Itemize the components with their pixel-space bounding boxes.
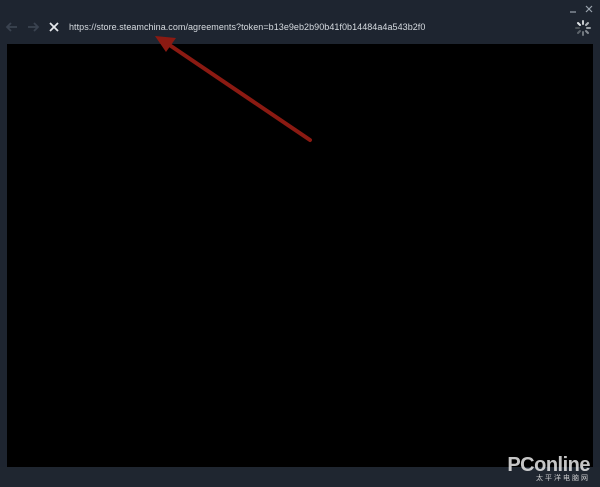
close-icon [49,22,59,32]
back-button[interactable] [3,18,21,36]
close-window-button[interactable] [584,4,594,14]
browser-window: https://store.steamchina.com/agreements?… [0,0,600,487]
close-window-icon [585,5,593,13]
stop-loading-button[interactable] [45,18,63,36]
page-content-area[interactable] [7,44,593,467]
arrow-left-icon [5,22,17,32]
watermark-logo: PConline 太平洋电脑网 [507,455,590,483]
watermark-main-text: PConline [507,454,590,476]
url-text[interactable]: https://store.steamchina.com/agreements?… [69,22,425,32]
loading-indicator [574,19,592,37]
spinner-icon [575,20,591,36]
minimize-button[interactable] [568,4,578,14]
browser-toolbar: https://store.steamchina.com/agreements?… [0,14,600,44]
forward-button[interactable] [24,18,42,36]
watermark-sub-text: 太平洋电脑网 [536,475,590,482]
arrow-right-icon [28,22,40,32]
minimize-icon [570,11,576,13]
